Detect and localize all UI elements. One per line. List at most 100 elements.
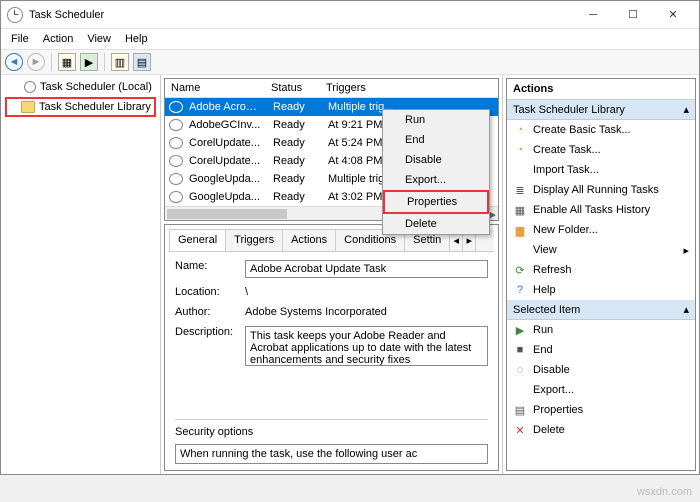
tab-general[interactable]: General bbox=[169, 229, 226, 251]
task-status: Ready bbox=[267, 152, 322, 170]
actions-section-selected: Selected Item ▴ bbox=[507, 300, 695, 320]
toolbar-btn-2[interactable]: ▶ bbox=[80, 53, 98, 71]
action-delete[interactable]: ✕Delete bbox=[507, 420, 695, 440]
chevron-right-icon: ▸ bbox=[683, 244, 689, 257]
task-name: CorelUpdate... bbox=[183, 134, 267, 152]
action-disable[interactable]: ◌Disable bbox=[507, 360, 695, 380]
security-user-line: When running the task, use the following… bbox=[175, 444, 488, 464]
toolbar-divider bbox=[51, 53, 52, 71]
export-icon bbox=[513, 383, 527, 397]
action-label: Enable All Tasks History bbox=[533, 204, 650, 216]
blank-icon bbox=[513, 243, 527, 257]
context-menu: Run End Disable Export... Properties Del… bbox=[382, 109, 490, 235]
action-create-task[interactable]: ◔ Create Task... bbox=[507, 140, 695, 160]
task-status: Ready bbox=[267, 170, 322, 188]
action-import[interactable]: Import Task... bbox=[507, 160, 695, 180]
actions-section-label: Selected Item bbox=[513, 304, 580, 316]
task-icon: ◔ bbox=[513, 123, 527, 137]
task-name: CorelUpdate... bbox=[183, 152, 267, 170]
tab-triggers[interactable]: Triggers bbox=[225, 229, 283, 251]
refresh-icon: ⟳ bbox=[513, 263, 527, 277]
task-status: Ready bbox=[267, 98, 322, 116]
ctx-properties[interactable]: Properties bbox=[383, 190, 489, 214]
titlebar: Task Scheduler ─ ☐ ✕ bbox=[1, 1, 699, 29]
action-export[interactable]: Export... bbox=[507, 380, 695, 400]
toolbar-btn-1[interactable]: ▦ bbox=[58, 53, 76, 71]
tree-root[interactable]: Task Scheduler (Local) bbox=[5, 79, 156, 95]
ctx-end[interactable]: End bbox=[383, 130, 489, 150]
action-label: Import Task... bbox=[533, 164, 599, 176]
name-input[interactable]: Adobe Acrobat Update Task bbox=[245, 260, 488, 278]
task-details: General Triggers Actions Conditions Sett… bbox=[164, 224, 499, 471]
action-label: Delete bbox=[533, 424, 565, 436]
menu-file[interactable]: File bbox=[5, 31, 35, 47]
ctx-export[interactable]: Export... bbox=[383, 170, 489, 190]
tree-library[interactable]: Task Scheduler Library bbox=[5, 97, 156, 117]
col-status[interactable]: Status bbox=[265, 79, 320, 97]
action-label: Refresh bbox=[533, 264, 572, 276]
ctx-delete[interactable]: Delete bbox=[383, 214, 489, 234]
list-icon: ≣ bbox=[513, 183, 527, 197]
clock-icon bbox=[7, 7, 23, 23]
col-name[interactable]: Name bbox=[165, 79, 265, 97]
menu-action[interactable]: Action bbox=[37, 31, 80, 47]
action-help[interactable]: ?Help bbox=[507, 280, 695, 300]
action-label: View bbox=[533, 244, 557, 256]
task-header: Name Status Triggers bbox=[165, 79, 498, 98]
folder-icon bbox=[21, 101, 35, 113]
clock-icon bbox=[169, 101, 183, 113]
actions-header: Actions bbox=[507, 79, 695, 100]
task-name: AdobeGCInv... bbox=[183, 116, 267, 134]
ctx-disable[interactable]: Disable bbox=[383, 150, 489, 170]
action-refresh[interactable]: ⟳ Refresh bbox=[507, 260, 695, 280]
action-label: Create Task... bbox=[533, 144, 601, 156]
collapse-icon[interactable]: ▴ bbox=[683, 303, 689, 316]
col-triggers[interactable]: Triggers bbox=[320, 79, 498, 97]
maximize-button[interactable]: ☐ bbox=[613, 2, 653, 28]
task-status: Ready bbox=[267, 188, 322, 206]
tab-actions[interactable]: Actions bbox=[282, 229, 336, 251]
toolbar-btn-3[interactable]: ▥ bbox=[111, 53, 129, 71]
action-end[interactable]: ■End bbox=[507, 340, 695, 360]
play-icon: ▶ bbox=[513, 323, 527, 337]
properties-icon: ▤ bbox=[513, 403, 527, 417]
menu-help[interactable]: Help bbox=[119, 31, 154, 47]
task-icon: ◔ bbox=[513, 143, 527, 157]
ctx-run[interactable]: Run bbox=[383, 110, 489, 130]
action-label: Help bbox=[533, 284, 556, 296]
task-status: Ready bbox=[267, 134, 322, 152]
window-title: Task Scheduler bbox=[29, 9, 573, 21]
action-label: Properties bbox=[533, 404, 583, 416]
toolbar-divider bbox=[104, 53, 105, 71]
task-name: Adobe Acrob... bbox=[183, 98, 267, 116]
nav-forward-icon[interactable]: ► bbox=[27, 53, 45, 71]
collapse-icon[interactable] bbox=[7, 83, 16, 92]
action-properties[interactable]: ▤ Properties bbox=[507, 400, 695, 420]
toolbar-btn-4[interactable]: ▤ bbox=[133, 53, 151, 71]
clock-icon bbox=[169, 119, 183, 131]
action-run[interactable]: ▶Run bbox=[507, 320, 695, 340]
task-scheduler-window: Task Scheduler ─ ☐ ✕ File Action View He… bbox=[0, 0, 700, 475]
minimize-button[interactable]: ─ bbox=[573, 2, 613, 28]
author-label: Author: bbox=[175, 306, 245, 318]
description-input[interactable]: This task keeps your Adobe Reader and Ac… bbox=[245, 326, 488, 366]
task-name: GoogleUpda... bbox=[183, 188, 267, 206]
action-display-running[interactable]: ≣Display All Running Tasks bbox=[507, 180, 695, 200]
author-value: Adobe Systems Incorporated bbox=[245, 306, 488, 318]
action-label: Disable bbox=[533, 364, 570, 376]
import-icon bbox=[513, 163, 527, 177]
close-button[interactable]: ✕ bbox=[653, 2, 693, 28]
collapse-icon[interactable]: ▴ bbox=[683, 103, 689, 116]
clock-icon bbox=[24, 81, 36, 93]
task-status: Ready bbox=[267, 116, 322, 134]
action-label: Create Basic Task... bbox=[533, 124, 631, 136]
clock-icon bbox=[169, 191, 183, 203]
scroll-thumb[interactable] bbox=[167, 209, 287, 219]
nav-back-icon[interactable]: ◄ bbox=[5, 53, 23, 71]
menu-view[interactable]: View bbox=[81, 31, 117, 47]
action-create-basic[interactable]: ◔ Create Basic Task... bbox=[507, 120, 695, 140]
action-enable-history[interactable]: ▦Enable All Tasks History bbox=[507, 200, 695, 220]
action-label: New Folder... bbox=[533, 224, 598, 236]
action-view[interactable]: View ▸ bbox=[507, 240, 695, 260]
action-new-folder[interactable]: ▆New Folder... bbox=[507, 220, 695, 240]
